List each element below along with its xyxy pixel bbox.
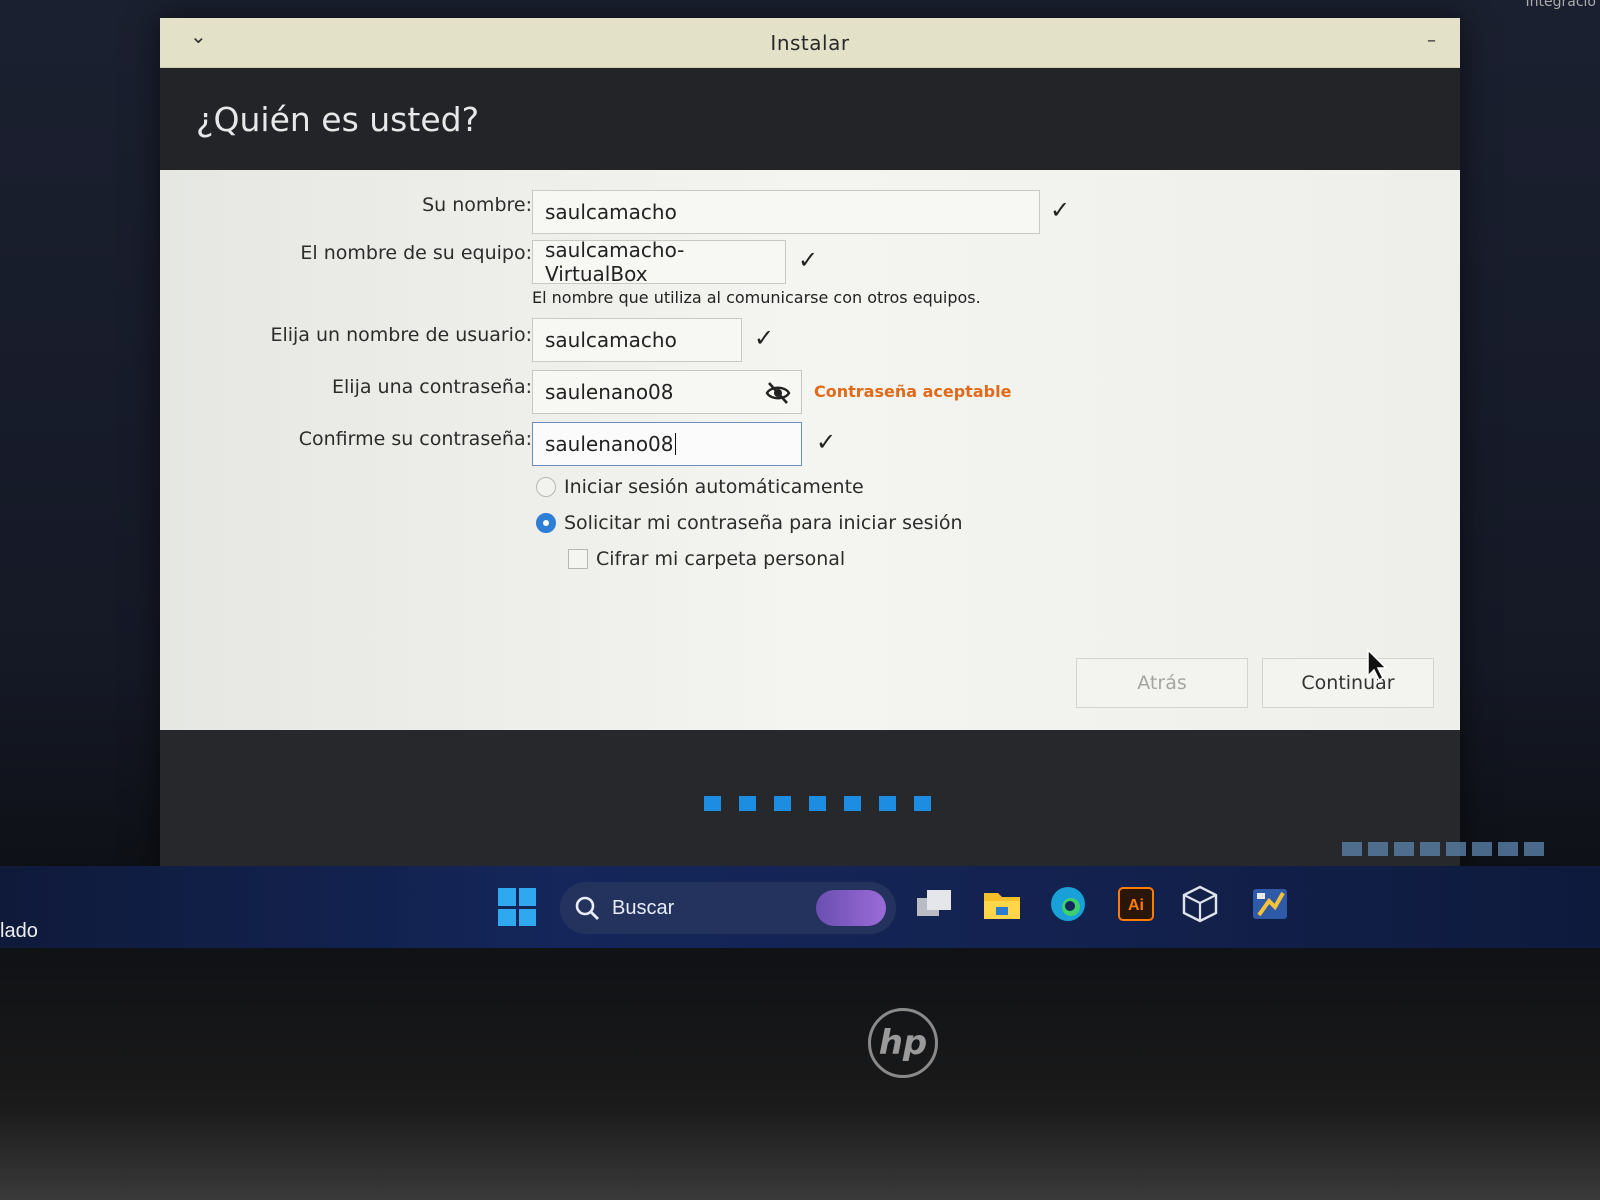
tray-icon[interactable] [1524, 842, 1544, 856]
illustrator-text: Ai [1128, 897, 1144, 914]
file-explorer-icon[interactable] [982, 884, 1022, 924]
computer-name-check-icon: ✓ [798, 246, 819, 274]
search-label: Buscar [612, 896, 675, 919]
illustrator-icon[interactable]: Ai [1116, 884, 1156, 924]
require-password-label: Solicitar mi contraseña para iniciar ses… [564, 512, 963, 534]
progress-dot [914, 796, 931, 811]
tray-icon[interactable] [1472, 842, 1492, 856]
title-bar: ⌄ Instalar – [160, 18, 1460, 68]
taskbar-left-text: lado [0, 920, 38, 942]
back-button[interactable]: Atrás [1076, 658, 1248, 708]
confirm-password-label: Confirme su contraseña: [298, 428, 532, 450]
page-title: ¿Quién es usted? [196, 99, 480, 139]
computer-name-hint: El nombre que utiliza al comunicarse con… [532, 288, 981, 307]
confirm-check-icon: ✓ [816, 428, 837, 456]
form-area: Su nombre: saulcamacho ✓ El nombre de su… [160, 170, 1460, 730]
progress-dot [879, 796, 896, 811]
continue-button[interactable]: Continuar [1262, 658, 1434, 708]
computer-name-value: saulcamacho-VirtualBox [545, 238, 685, 286]
password-label: Elija una contraseña: [332, 376, 532, 398]
progress-dot [809, 796, 826, 811]
encrypt-home-label: Cifrar mi carpeta personal [596, 548, 846, 570]
progress-dots [704, 796, 931, 811]
taskbar: lado Buscar Ai [0, 866, 1600, 948]
installer-window: ⌄ Instalar – ¿Quién es usted? Su nombre:… [160, 18, 1460, 878]
computer-name-field[interactable]: saulcamacho-VirtualBox [532, 238, 786, 286]
tray-icon[interactable] [1368, 842, 1388, 856]
progress-dot [774, 796, 791, 811]
text-caret [674, 433, 676, 455]
hide-password-icon[interactable] [765, 380, 791, 406]
encrypt-home-checkbox[interactable] [568, 549, 588, 569]
auto-login-label: Iniciar sesión automáticamente [564, 476, 864, 498]
installer-footer [160, 730, 1460, 878]
virtualbox-manager-icon[interactable] [1250, 884, 1290, 924]
auto-login-option[interactable]: Iniciar sesión automáticamente [536, 476, 864, 498]
password-field[interactable]: saulenano08 [532, 370, 802, 414]
password-value: saulenano08 [545, 380, 674, 404]
search-highlight-icon [816, 890, 886, 926]
tray-icon[interactable] [1498, 842, 1518, 856]
username-check-icon: ✓ [754, 324, 775, 352]
require-password-option[interactable]: Solicitar mi contraseña para iniciar ses… [536, 512, 963, 534]
name-field[interactable]: saulcamacho [532, 190, 1040, 234]
tray-icon[interactable] [1420, 842, 1440, 856]
search-icon [575, 896, 599, 920]
virtualbox-status-tray [1342, 842, 1544, 856]
username-value: saulcamacho [545, 328, 677, 352]
progress-dot [704, 796, 721, 811]
progress-dot [844, 796, 861, 811]
edge-icon[interactable] [1048, 884, 1088, 924]
encrypt-home-option[interactable]: Cifrar mi carpeta personal [568, 548, 845, 570]
progress-dot [739, 796, 756, 811]
auto-login-radio[interactable] [536, 477, 556, 497]
virtualbox-icon[interactable] [1180, 884, 1220, 924]
monitor-bezel [0, 948, 1600, 1200]
require-password-radio[interactable] [536, 513, 556, 533]
page-header: ¿Quién es usted? [160, 68, 1460, 170]
tray-icon[interactable] [1342, 842, 1362, 856]
task-view-icon[interactable] [914, 884, 954, 924]
hp-logo: hp [868, 1008, 938, 1078]
tray-icon[interactable] [1394, 842, 1414, 856]
password-strength: Contraseña aceptable [814, 382, 1012, 401]
corner-text: Integracio [1525, 0, 1596, 10]
username-field[interactable]: saulcamacho [532, 318, 742, 362]
windows-start-icon[interactable] [498, 888, 536, 926]
chevron-down-icon[interactable]: ⌄ [190, 24, 207, 48]
confirm-password-field[interactable]: saulenano08 [532, 422, 802, 466]
window-title: Instalar [770, 30, 850, 55]
tray-icon[interactable] [1446, 842, 1466, 856]
search-box[interactable]: Buscar [560, 882, 896, 934]
name-value: saulcamacho [545, 200, 677, 224]
mouse-cursor-icon [1367, 648, 1388, 682]
name-label: Su nombre: [422, 194, 532, 216]
username-label: Elija un nombre de usuario: [270, 324, 532, 346]
minimize-button[interactable]: – [1427, 30, 1436, 51]
computer-name-label: El nombre de su equipo: [300, 242, 532, 264]
confirm-password-value: saulenano08 [545, 432, 674, 456]
name-check-icon: ✓ [1050, 196, 1071, 224]
